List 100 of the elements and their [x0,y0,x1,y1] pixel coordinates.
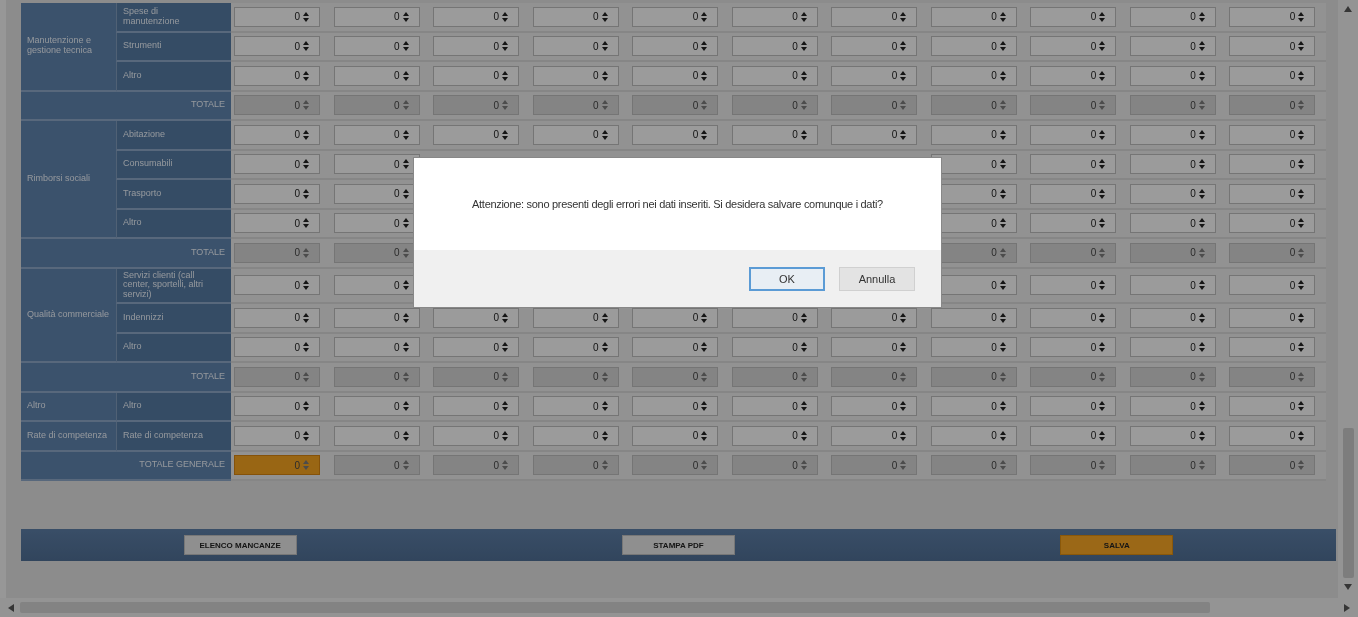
spinner-icon[interactable] [1298,280,1305,291]
number-field[interactable]: 0 [333,154,420,175]
number-field[interactable]: 0 [831,124,918,145]
spinner-icon[interactable] [999,312,1006,323]
number-field[interactable]: 0 [234,337,321,358]
spinner-icon[interactable] [999,188,1006,199]
number-field[interactable]: 0 [333,6,420,27]
number-field[interactable]: 0 [731,337,818,358]
action-button[interactable]: SALVA [1060,535,1174,556]
number-field[interactable]: 0 [234,36,321,57]
spinner-icon[interactable] [502,430,509,441]
number-field[interactable]: 0 [532,425,619,446]
number-field[interactable]: 0 [731,65,818,86]
number-field[interactable]: 0 [632,65,719,86]
number-field[interactable]: 0 [1229,36,1316,57]
spinner-icon[interactable] [1099,188,1106,199]
spinner-icon[interactable] [999,11,1006,22]
spinner-icon[interactable] [402,401,409,412]
spinner-icon[interactable] [303,41,310,52]
spinner-icon[interactable] [303,188,310,199]
spinner-icon[interactable] [1099,159,1106,170]
number-field[interactable]: 0 [632,396,719,417]
spinner-icon[interactable] [800,401,807,412]
number-field[interactable]: 0 [1129,154,1216,175]
spinner-icon[interactable] [999,218,1006,229]
spinner-icon[interactable] [502,41,509,52]
number-field[interactable]: 0 [632,124,719,145]
number-field[interactable]: 0 [1030,425,1117,446]
number-field[interactable]: 0 [234,275,321,296]
number-field[interactable]: 0 [831,337,918,358]
spinner-icon[interactable] [900,129,907,140]
spinner-icon[interactable] [303,280,310,291]
spinner-icon[interactable] [303,312,310,323]
number-field[interactable]: 0 [930,337,1017,358]
spinner-icon[interactable] [999,401,1006,412]
spinner-icon[interactable] [502,342,509,353]
spinner-icon[interactable] [1099,342,1106,353]
spinner-icon[interactable] [999,430,1006,441]
spinner-icon[interactable] [999,70,1006,81]
spinner-icon[interactable] [1198,129,1205,140]
spinner-icon[interactable] [303,342,310,353]
number-field[interactable]: 0 [1229,183,1316,204]
spinner-icon[interactable] [402,312,409,323]
spinner-icon[interactable] [402,159,409,170]
number-field[interactable]: 0 [433,65,520,86]
spinner-icon[interactable] [601,70,608,81]
spinner-icon[interactable] [1099,41,1106,52]
number-field[interactable]: 0 [433,6,520,27]
spinner-icon[interactable] [900,312,907,323]
number-field[interactable]: 0 [532,36,619,57]
number-field[interactable]: 0 [632,6,719,27]
spinner-icon[interactable] [1198,159,1205,170]
number-field[interactable]: 0 [831,425,918,446]
spinner-icon[interactable] [502,70,509,81]
number-field[interactable]: 0 [731,425,818,446]
number-field[interactable]: 0 [433,124,520,145]
spinner-icon[interactable] [1198,280,1205,291]
number-field[interactable]: 0 [234,154,321,175]
spinner-icon[interactable] [303,430,310,441]
spinner-icon[interactable] [402,218,409,229]
number-field[interactable]: 0 [1129,6,1216,27]
number-field[interactable]: 0 [1229,425,1316,446]
number-field[interactable]: 0 [1030,183,1117,204]
number-field[interactable]: 0 [532,124,619,145]
number-field[interactable]: 0 [1030,213,1117,234]
number-field[interactable]: 0 [1229,154,1316,175]
spinner-icon[interactable] [701,41,708,52]
number-field[interactable]: 0 [234,213,321,234]
number-field[interactable]: 0 [1229,396,1316,417]
spinner-icon[interactable] [999,280,1006,291]
spinner-icon[interactable] [900,11,907,22]
number-field[interactable]: 0 [731,36,818,57]
number-field[interactable]: 0 [632,425,719,446]
spinner-icon[interactable] [1298,218,1305,229]
spinner-icon[interactable] [1298,342,1305,353]
number-field[interactable]: 0 [1129,36,1216,57]
number-field[interactable]: 0 [333,425,420,446]
number-field[interactable]: 0 [1229,307,1316,328]
number-field[interactable]: 0 [1129,124,1216,145]
spinner-icon[interactable] [1198,312,1205,323]
spinner-icon[interactable] [1198,218,1205,229]
spinner-icon[interactable] [900,70,907,81]
spinner-icon[interactable] [1099,129,1106,140]
number-field[interactable]: 0 [234,425,321,446]
spinner-icon[interactable] [1298,70,1305,81]
number-field[interactable]: 0 [234,307,321,328]
number-field[interactable]: 0 [333,307,420,328]
number-field[interactable]: 0 [1030,65,1117,86]
spinner-icon[interactable] [303,129,310,140]
action-button[interactable]: ELENCO MANCANZE [183,535,297,556]
number-field[interactable]: 0 [1229,275,1316,296]
number-field[interactable]: 0 [333,65,420,86]
number-field[interactable]: 0 [930,307,1017,328]
number-field[interactable]: 0 [731,396,818,417]
number-field[interactable]: 0 [234,396,321,417]
number-field[interactable]: 0 [930,124,1017,145]
spinner-icon[interactable] [701,129,708,140]
number-field[interactable]: 0 [831,307,918,328]
spinner-icon[interactable] [601,11,608,22]
spinner-icon[interactable] [900,401,907,412]
